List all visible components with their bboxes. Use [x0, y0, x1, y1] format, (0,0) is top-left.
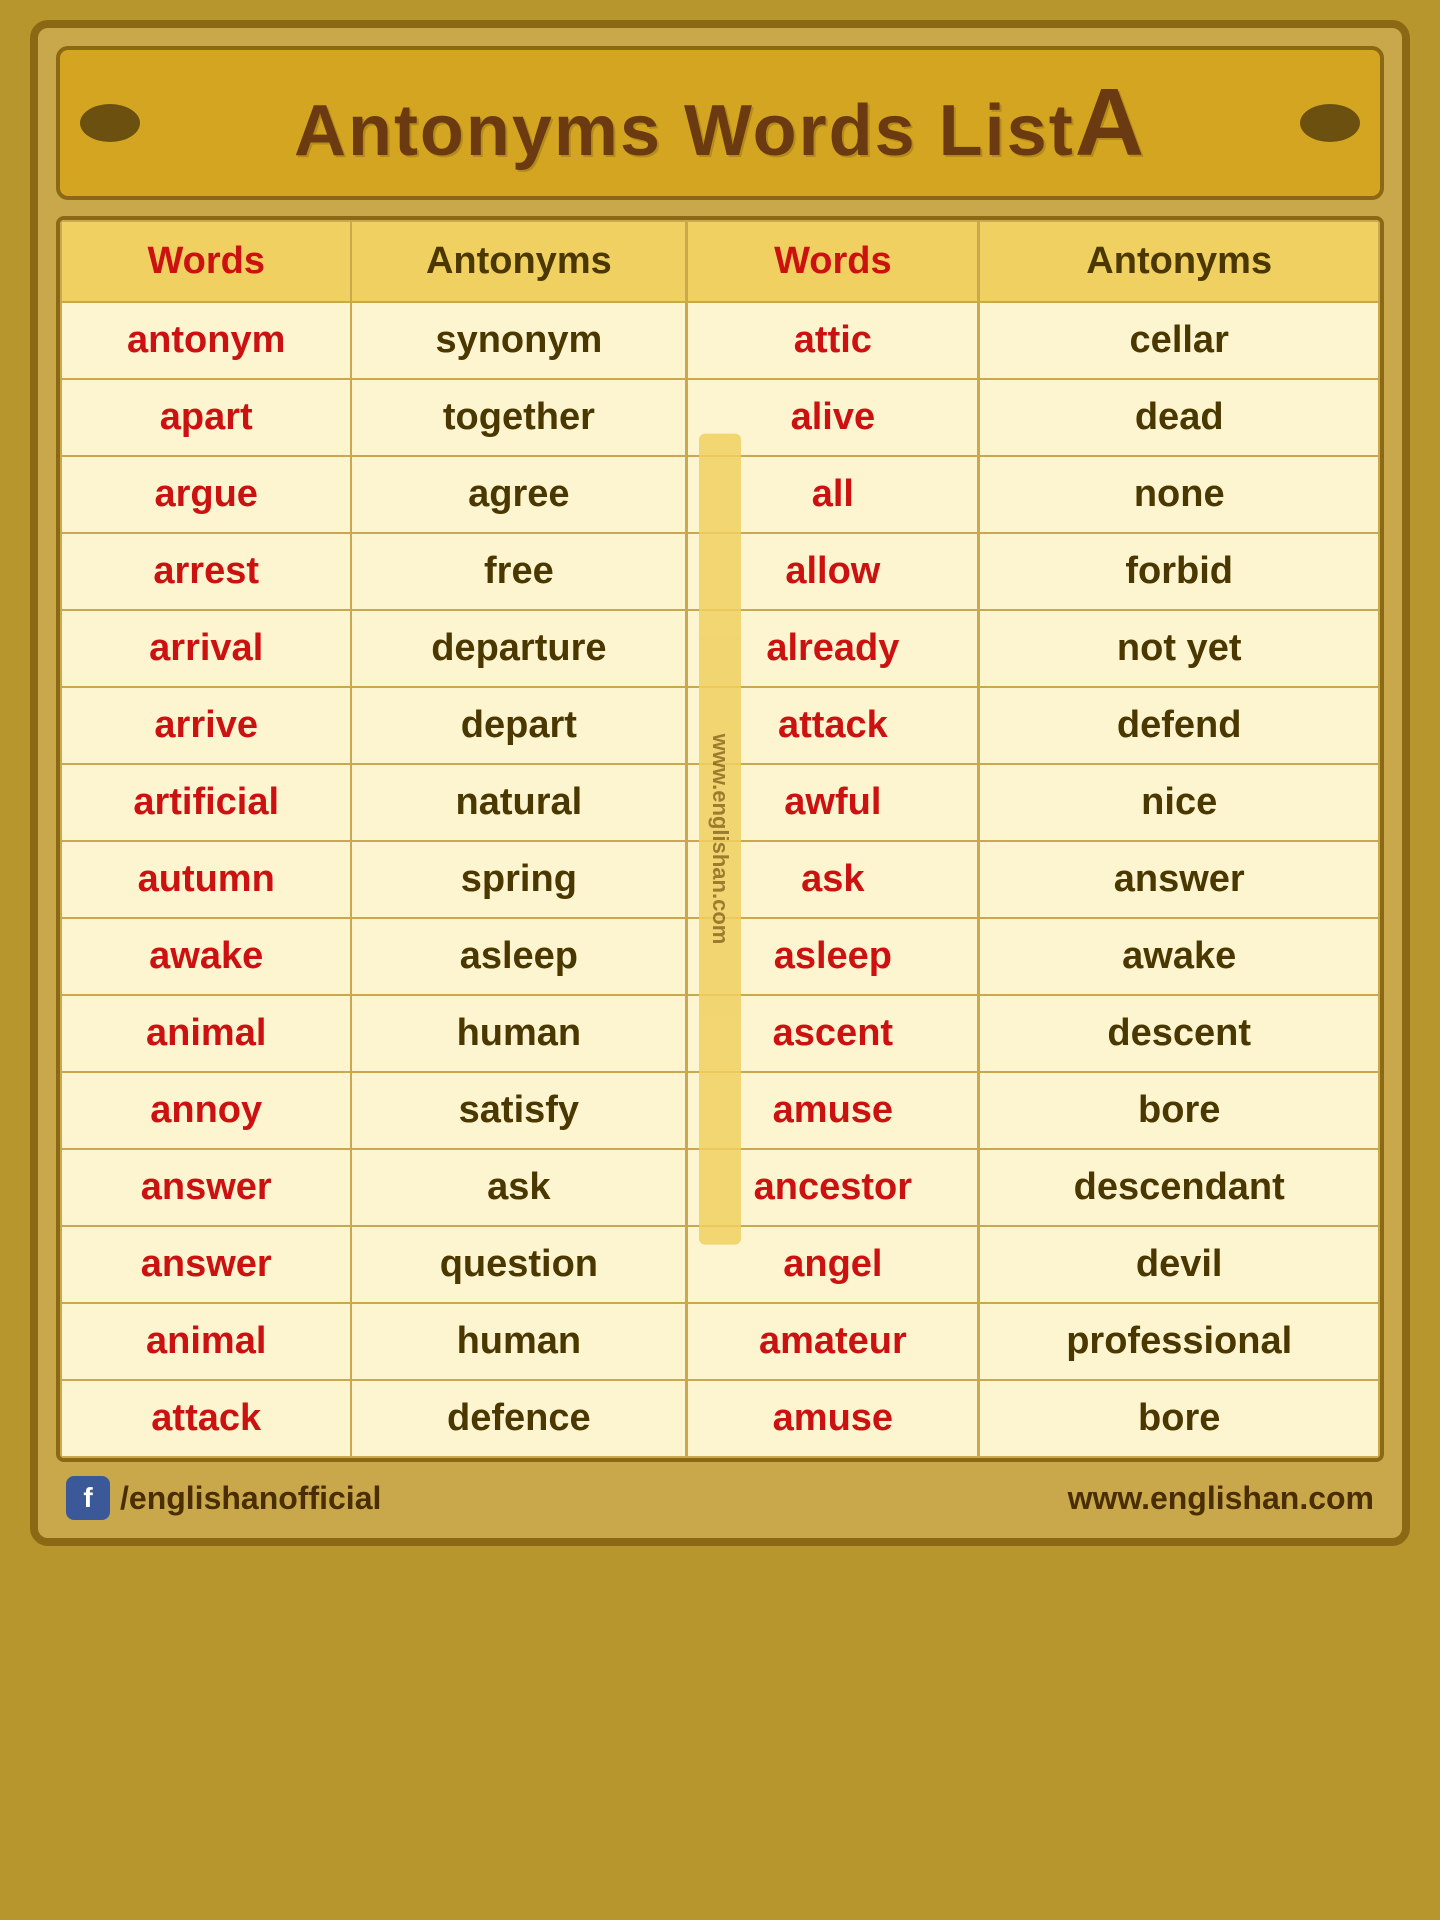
antonym-cell-2: cellar	[979, 302, 1379, 379]
table-wrapper: www.englishan.com Words Antonyms Words A…	[56, 216, 1384, 1462]
header-antonyms-1: Antonyms	[351, 221, 686, 302]
title-bar: Antonyms Words ListA	[56, 46, 1384, 200]
antonym-cell: defence	[351, 1380, 686, 1457]
footer-left: f /englishanofficial	[66, 1476, 381, 1520]
antonym-cell: departure	[351, 610, 686, 687]
word-cell-2: alive	[687, 379, 979, 456]
word-cell: answer	[61, 1149, 351, 1226]
word-cell-2: angel	[687, 1226, 979, 1303]
antonym-cell-2: none	[979, 456, 1379, 533]
antonym-cell: ask	[351, 1149, 686, 1226]
word-cell: argue	[61, 456, 351, 533]
word-cell-2: amateur	[687, 1303, 979, 1380]
table-row: answerquestionangeldevil	[61, 1226, 1379, 1303]
table-row: awakeasleepasleepawake	[61, 918, 1379, 995]
facebook-icon[interactable]: f	[66, 1476, 110, 1520]
title-oval-right	[1300, 104, 1360, 142]
antonym-cell-2: forbid	[979, 533, 1379, 610]
antonym-cell-2: not yet	[979, 610, 1379, 687]
antonym-cell: asleep	[351, 918, 686, 995]
word-cell-2: awful	[687, 764, 979, 841]
table-row: annoysatisfyamusebore	[61, 1072, 1379, 1149]
table-row: attackdefenceamusebore	[61, 1380, 1379, 1457]
main-container: Antonyms Words ListA www.englishan.com W…	[30, 20, 1410, 1546]
word-cell-2: already	[687, 610, 979, 687]
antonym-cell: depart	[351, 687, 686, 764]
word-cell: answer	[61, 1226, 351, 1303]
antonym-cell-2: descendant	[979, 1149, 1379, 1226]
antonym-cell-2: professional	[979, 1303, 1379, 1380]
antonym-cell: natural	[351, 764, 686, 841]
title-main: Antonyms Words List	[294, 91, 1075, 171]
antonym-cell-2: awake	[979, 918, 1379, 995]
word-cell: arrest	[61, 533, 351, 610]
header-words-2: Words	[687, 221, 979, 302]
table-row: arrivedepartattackdefend	[61, 687, 1379, 764]
title-big-letter: A	[1075, 69, 1146, 176]
antonym-cell: satisfy	[351, 1072, 686, 1149]
word-cell: awake	[61, 918, 351, 995]
word-cell-2: asleep	[687, 918, 979, 995]
word-cell-2: attack	[687, 687, 979, 764]
table-row: animalhumanascentdescent	[61, 995, 1379, 1072]
title-oval-left	[80, 104, 140, 142]
word-cell-2: all	[687, 456, 979, 533]
antonym-cell: agree	[351, 456, 686, 533]
word-cell: attack	[61, 1380, 351, 1457]
word-cell: antonym	[61, 302, 351, 379]
antonym-cell-2: defend	[979, 687, 1379, 764]
word-cell: autumn	[61, 841, 351, 918]
table-row: animalhumanamateurprofessional	[61, 1303, 1379, 1380]
word-cell-2: ask	[687, 841, 979, 918]
antonym-cell: human	[351, 995, 686, 1072]
table-row: aparttogetheralivedead	[61, 379, 1379, 456]
word-cell: arrive	[61, 687, 351, 764]
table-row: argueagreeallnone	[61, 456, 1379, 533]
word-cell-2: attic	[687, 302, 979, 379]
header-words-1: Words	[61, 221, 351, 302]
fb-handle: /englishanofficial	[120, 1480, 381, 1517]
word-cell-2: ascent	[687, 995, 979, 1072]
footer: f /englishanofficial www.englishan.com	[56, 1476, 1384, 1520]
word-cell-2: allow	[687, 533, 979, 610]
word-cell: apart	[61, 379, 351, 456]
antonym-cell-2: bore	[979, 1380, 1379, 1457]
table-row: artificialnaturalawfulnice	[61, 764, 1379, 841]
word-cell: animal	[61, 1303, 351, 1380]
antonym-cell-2: devil	[979, 1226, 1379, 1303]
word-cell: arrival	[61, 610, 351, 687]
footer-website: www.englishan.com	[1068, 1480, 1374, 1517]
table-row: arrestfreeallowforbid	[61, 533, 1379, 610]
antonyms-table: Words Antonyms Words Antonyms antonymsyn…	[60, 220, 1380, 1458]
antonym-cell: synonym	[351, 302, 686, 379]
antonym-cell: spring	[351, 841, 686, 918]
antonym-cell-2: descent	[979, 995, 1379, 1072]
antonym-cell: human	[351, 1303, 686, 1380]
antonym-cell: together	[351, 379, 686, 456]
antonym-cell: question	[351, 1226, 686, 1303]
antonym-cell-2: nice	[979, 764, 1379, 841]
antonym-cell-2: answer	[979, 841, 1379, 918]
word-cell: annoy	[61, 1072, 351, 1149]
header-antonyms-2: Antonyms	[979, 221, 1379, 302]
title-text: Antonyms Words ListA	[294, 68, 1146, 178]
table-row: antonymsynonymatticcellar	[61, 302, 1379, 379]
table-header-row: Words Antonyms Words Antonyms	[61, 221, 1379, 302]
word-cell-2: amuse	[687, 1380, 979, 1457]
antonym-cell-2: dead	[979, 379, 1379, 456]
word-cell: animal	[61, 995, 351, 1072]
word-cell: artificial	[61, 764, 351, 841]
word-cell-2: ancestor	[687, 1149, 979, 1226]
antonym-cell-2: bore	[979, 1072, 1379, 1149]
word-cell-2: amuse	[687, 1072, 979, 1149]
table-row: arrivaldeparturealreadynot yet	[61, 610, 1379, 687]
table-row: autumnspringaskanswer	[61, 841, 1379, 918]
table-row: answeraskancestordescendant	[61, 1149, 1379, 1226]
antonym-cell: free	[351, 533, 686, 610]
